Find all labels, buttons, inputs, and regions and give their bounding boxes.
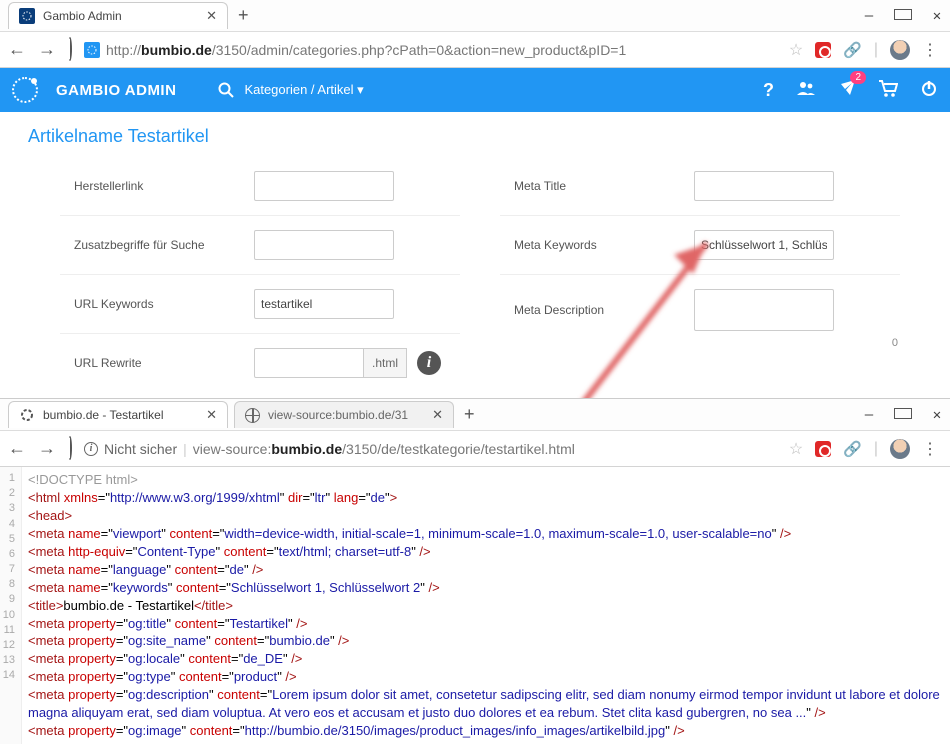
window-controls-2: — ✕ (860, 399, 946, 431)
browser-menu-icon[interactable]: ⋮ (922, 439, 938, 459)
gambio-breadcrumb[interactable]: Kategorien / Artikel ▾ (218, 82, 363, 98)
reload-button[interactable] (68, 438, 72, 459)
maximize-button[interactable] (894, 8, 912, 24)
browser-window-admin: Gambio Admin ✕ + — ✕ ← → http://bumbio.d… (0, 0, 950, 420)
form-col-left: Herstellerlink Zusatzbegriffe für Suche … (60, 157, 460, 392)
browser-toolbar: ← → http://bumbio.de/3150/admin/categori… (0, 32, 950, 68)
help-icon[interactable]: ? (763, 80, 774, 101)
tab-title-frontend: bumbio.de - Testartikel (43, 408, 164, 422)
tab-close-icon[interactable]: ✕ (206, 8, 217, 24)
cart-icon[interactable] (878, 79, 898, 102)
label-meta-keywords: Meta Keywords (514, 238, 694, 252)
tab-title: Gambio Admin (43, 9, 122, 23)
tab-frontend[interactable]: bumbio.de - Testartikel ✕ (8, 401, 228, 428)
power-icon[interactable] (920, 79, 938, 102)
favicon-loading-icon (19, 407, 35, 423)
bookmark-star-icon[interactable]: ☆ (789, 40, 803, 60)
input-url-rewrite[interactable] (254, 348, 364, 378)
input-meta-description[interactable] (694, 289, 834, 331)
gambio-logo-icon (12, 77, 38, 103)
window-controls: — ✕ (860, 0, 946, 32)
tab-close-icon[interactable]: ✕ (432, 407, 443, 423)
url-text: http://bumbio.de/3150/admin/categories.p… (106, 42, 626, 58)
security-status[interactable]: i Nicht sicher (84, 441, 177, 457)
char-counter: 0 (892, 337, 898, 349)
row-meta-description: Meta Description 0 (500, 275, 900, 345)
browser-toolbar-2: ← → i Nicht sicher | view-source:bumbio.… (0, 431, 950, 467)
label-url-keywords: URL Keywords (74, 297, 254, 311)
users-icon[interactable] (796, 80, 816, 101)
view-source-pane[interactable]: 1234567891011121314 <!DOCTYPE html><html… (0, 467, 950, 744)
minimize-button[interactable]: — (860, 407, 878, 423)
page-title: Artikelname Testartikel (0, 112, 950, 157)
row-zusatz: Zusatzbegriffe für Suche (60, 216, 460, 275)
new-tab-button[interactable]: + (464, 404, 475, 425)
search-icon (218, 82, 234, 98)
ublock-icon[interactable] (815, 441, 831, 457)
row-meta-keywords: Meta Keywords (500, 216, 900, 275)
gambio-admin: GAMBIO ADMIN Kategorien / Artikel ▾ ? 2 (0, 68, 950, 420)
input-meta-title[interactable] (694, 171, 834, 201)
row-meta-title: Meta Title (500, 157, 900, 216)
tab-close-icon[interactable]: ✕ (206, 407, 217, 423)
label-url-rewrite: URL Rewrite (74, 356, 254, 370)
address-bar[interactable]: http://bumbio.de/3150/admin/categories.p… (84, 32, 803, 67)
tab-view-source[interactable]: view-source:bumbio.de/31 ✕ (234, 401, 454, 428)
info-icon[interactable]: i (417, 351, 441, 375)
label-meta-description: Meta Description (514, 303, 694, 317)
site-icon (84, 42, 100, 58)
back-button[interactable]: ← (8, 438, 26, 459)
profile-avatar[interactable] (890, 40, 910, 60)
input-herstellerlink[interactable] (254, 171, 394, 201)
extension-icons: 🔗 | ⋮ (815, 40, 942, 60)
forward-button[interactable]: → (38, 39, 56, 60)
row-herstellerlink: Herstellerlink (60, 157, 460, 216)
bookmark-star-icon[interactable]: ☆ (789, 439, 803, 459)
info-icon: i (84, 442, 98, 456)
titlebar-2: bumbio.de - Testartikel ✕ view-source:bu… (0, 399, 950, 431)
maximize-button[interactable] (894, 407, 912, 423)
input-url-keywords[interactable] (254, 289, 394, 319)
favicon-gambio-icon (19, 8, 35, 24)
titlebar: Gambio Admin ✕ + — ✕ (0, 0, 950, 32)
globe-icon (245, 408, 260, 423)
product-form: Herstellerlink Zusatzbegriffe für Suche … (0, 157, 950, 416)
label-zusatz: Zusatzbegriffe für Suche (74, 238, 254, 252)
reload-button[interactable] (68, 39, 72, 60)
browser-menu-icon[interactable]: ⋮ (922, 40, 938, 60)
input-meta-keywords[interactable] (694, 230, 834, 260)
back-button[interactable]: ← (8, 39, 26, 60)
close-window-button[interactable]: ✕ (928, 407, 946, 423)
label-herstellerlink: Herstellerlink (74, 179, 254, 193)
input-zusatz[interactable] (254, 230, 394, 260)
browser-window-source: bumbio.de - Testartikel ✕ view-source:bu… (0, 398, 950, 744)
minimize-button[interactable]: — (860, 8, 878, 24)
row-url-keywords: URL Keywords (60, 275, 460, 334)
link-icon[interactable]: 🔗 (843, 41, 862, 59)
notification-badge: 2 (850, 71, 866, 84)
gambio-topbar: GAMBIO ADMIN Kategorien / Artikel ▾ ? 2 (0, 68, 950, 112)
new-tab-button[interactable]: + (238, 5, 249, 26)
form-col-right: Meta Title Meta Keywords Meta Descriptio… (500, 157, 900, 392)
close-window-button[interactable]: ✕ (928, 8, 946, 24)
address-bar-2[interactable]: i Nicht sicher | view-source:bumbio.de/3… (84, 431, 803, 466)
notifications-icon[interactable]: 2 (838, 79, 856, 102)
url-text-2: view-source:bumbio.de/3150/de/testkatego… (193, 441, 575, 457)
label-meta-title: Meta Title (514, 179, 694, 193)
extension-icons-2: 🔗 | ⋮ (815, 439, 942, 459)
tab-title-source: view-source:bumbio.de/31 (268, 408, 408, 422)
forward-button[interactable]: → (38, 438, 56, 459)
row-url-rewrite: URL Rewrite .html i (60, 334, 460, 392)
addon-html: .html (364, 348, 407, 378)
gambio-brand: GAMBIO ADMIN (56, 82, 176, 99)
link-icon[interactable]: 🔗 (843, 440, 862, 458)
profile-avatar[interactable] (890, 439, 910, 459)
tab-gambio-admin[interactable]: Gambio Admin ✕ (8, 2, 228, 29)
ublock-icon[interactable] (815, 42, 831, 58)
